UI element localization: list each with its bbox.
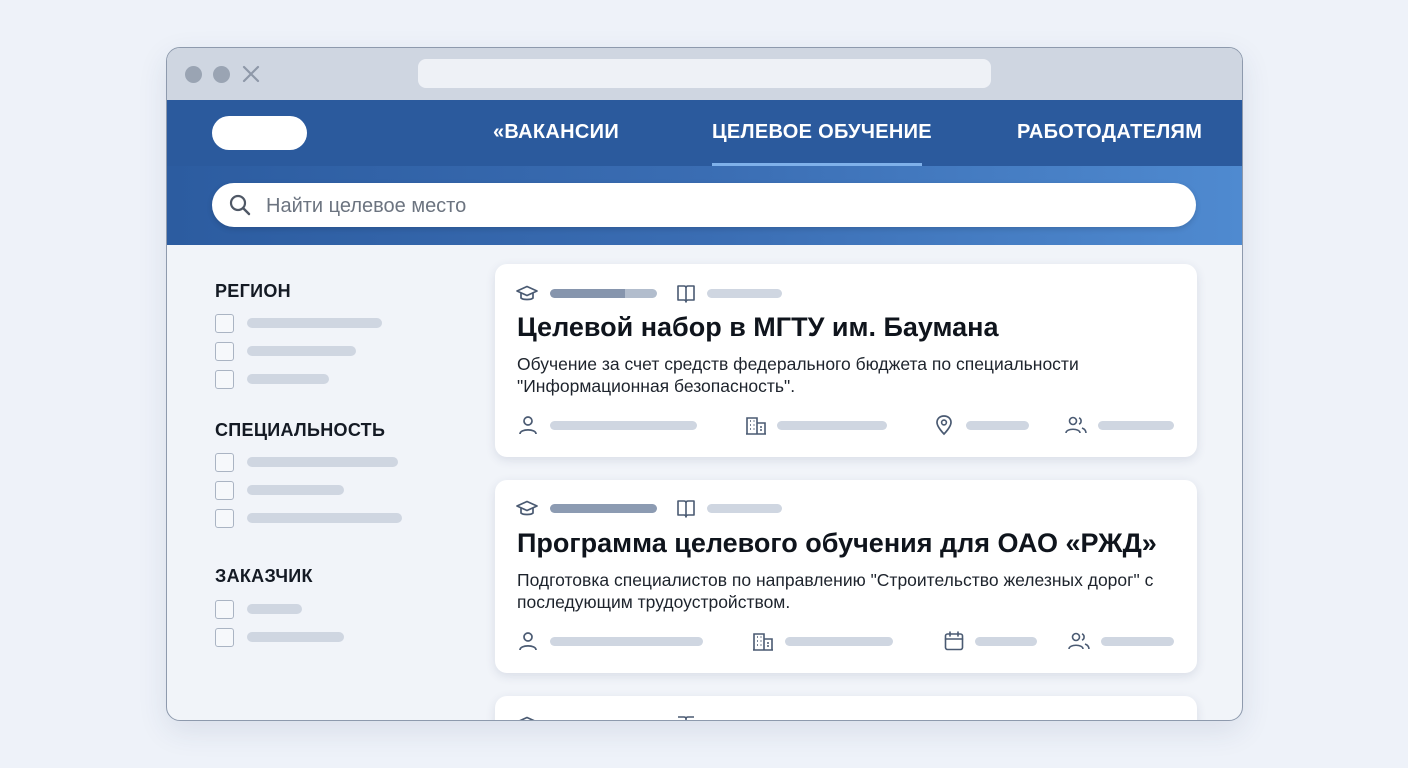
specialty-option-label xyxy=(247,485,344,495)
meta-value xyxy=(785,637,893,646)
graduation-cap-icon xyxy=(519,716,535,720)
book-tag xyxy=(707,504,782,513)
filter-title-region: РЕГИОН xyxy=(215,281,291,301)
top-navigation: «ВАКАНСИИ ЦЕЛЕВОЕ ОБУЧЕНИЕ РАБОТОДАТЕЛЯМ xyxy=(167,100,1242,166)
browser-window: «ВАКАНСИИ ЦЕЛЕВОЕ ОБУЧЕНИЕ РАБОТОДАТЕЛЯМ… xyxy=(166,47,1243,721)
card-title[interactable]: Программа целевого обучения для ОАО «РЖД… xyxy=(517,528,1157,559)
site-logo[interactable] xyxy=(212,116,307,150)
minimize-dot[interactable] xyxy=(185,66,202,83)
specialty-option-label xyxy=(247,513,402,523)
specialty-checkbox[interactable] xyxy=(215,509,234,528)
region-option-label xyxy=(247,374,329,384)
card-description: Обучение за счет средств федерального бю… xyxy=(517,354,1079,396)
nav-target-education[interactable]: ЦЕЛЕВОЕ ОБУЧЕНИЕ xyxy=(712,121,932,144)
users-icon xyxy=(1068,632,1090,650)
building-icon xyxy=(746,417,766,435)
customer-checkbox[interactable] xyxy=(215,600,234,619)
close-icon[interactable] xyxy=(241,64,261,84)
search-icon xyxy=(229,194,251,216)
maximize-dot[interactable] xyxy=(213,66,230,83)
book-icon xyxy=(677,285,695,303)
meta-value xyxy=(777,421,887,430)
browser-titlebar xyxy=(167,48,1242,100)
meta-value xyxy=(550,421,697,430)
region-checkbox[interactable] xyxy=(215,314,234,333)
listing-card[interactable] xyxy=(495,696,1197,720)
customer-checkbox[interactable] xyxy=(215,628,234,647)
listing-card[interactable]: Программа целевого обучения для ОАО «РЖД… xyxy=(495,480,1197,673)
nav-employers[interactable]: РАБОТОДАТЕЛЯМ xyxy=(1017,121,1202,144)
filter-sidebar: РЕГИОН СПЕЦИАЛЬНОСТЬ ЗАКАЗЧИК xyxy=(167,245,487,720)
customer-option-label xyxy=(247,604,302,614)
filter-title-specialty: СПЕЦИАЛЬНОСТЬ xyxy=(215,420,386,440)
person-icon xyxy=(519,632,537,651)
nav-vacancies[interactable]: «ВАКАНСИИ xyxy=(493,121,619,144)
meta-value xyxy=(1101,637,1174,646)
card-description: Подготовка специалистов по направлению "… xyxy=(517,570,1154,612)
customer-option-label xyxy=(247,632,344,642)
category-tag xyxy=(550,289,657,298)
book-tag xyxy=(707,289,782,298)
building-icon xyxy=(753,633,773,651)
address-bar[interactable] xyxy=(418,59,991,88)
calendar-icon xyxy=(944,631,964,651)
card-title[interactable]: Целевой набор в МГТУ им. Баумана xyxy=(517,312,999,343)
meta-value xyxy=(550,637,703,646)
region-option-label xyxy=(247,318,382,328)
specialty-checkbox[interactable] xyxy=(215,453,234,472)
specialty-option-label xyxy=(247,457,398,467)
search-input[interactable] xyxy=(264,183,1168,229)
region-option-label xyxy=(247,346,356,356)
users-icon xyxy=(1065,416,1087,434)
listing-card[interactable]: Целевой набор в МГТУ им. Баумана Обучени… xyxy=(495,264,1197,457)
book-icon xyxy=(678,716,694,720)
search-box[interactable] xyxy=(212,183,1196,229)
book-icon xyxy=(677,500,695,518)
category-tag xyxy=(550,504,657,513)
filter-title-customer: ЗАКАЗЧИК xyxy=(215,566,313,586)
meta-value xyxy=(1098,421,1174,430)
person-icon xyxy=(519,416,537,435)
specialty-checkbox[interactable] xyxy=(215,481,234,500)
meta-value xyxy=(966,421,1029,430)
search-band xyxy=(167,166,1242,245)
meta-value xyxy=(975,637,1037,646)
graduation-cap-icon xyxy=(516,500,538,516)
region-checkbox[interactable] xyxy=(215,342,234,361)
region-checkbox[interactable] xyxy=(215,370,234,389)
graduation-cap-icon xyxy=(516,285,538,301)
location-pin-icon xyxy=(936,415,952,436)
